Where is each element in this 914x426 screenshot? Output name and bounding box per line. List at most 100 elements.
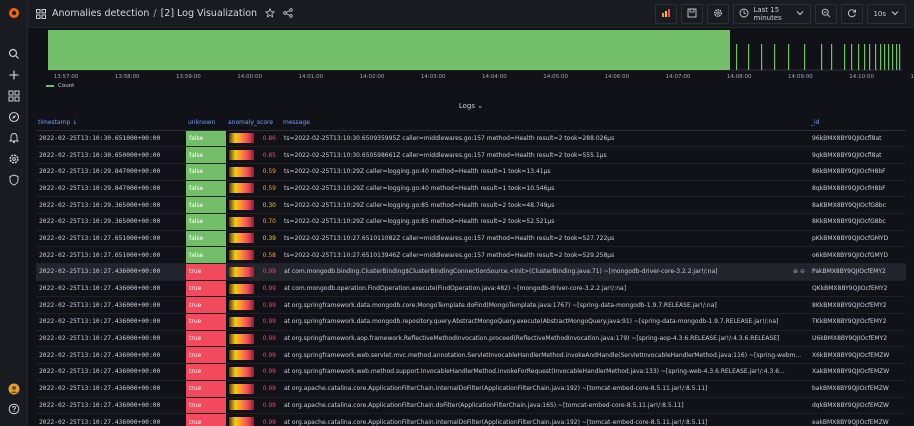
help-icon[interactable] <box>7 402 21 416</box>
cell-unknown-flag: true <box>186 397 226 415</box>
cell-id: XakBMX8BY9QJIOcfEMZW <box>809 363 906 381</box>
cell-message[interactable]: at org.apache.catalina.core.ApplicationF… <box>281 380 809 398</box>
table-row[interactable]: 2022-02-25T13:10:27.436000+00:00 true 0.99… <box>36 413 906 426</box>
column-header-message[interactable]: message <box>281 116 809 131</box>
table-row[interactable]: 2022-02-25T13:10:27.436000+00:00 true 0.99… <box>36 313 906 331</box>
table-row[interactable]: 2022-02-25T13:10:29.365000+00:00 false 0.3… <box>36 196 906 214</box>
score-value: 0.30 <box>262 201 276 209</box>
table-row[interactable]: 2022-02-25T13:10:27.436000+00:00 true 0.99… <box>36 363 906 381</box>
histogram-bar <box>864 44 866 70</box>
count-histogram[interactable] <box>36 30 906 76</box>
search-icon[interactable] <box>7 47 21 61</box>
explore-icon[interactable] <box>7 110 21 124</box>
cell-message[interactable]: ⊕ ⊖ at com.mongodb.binding.ClusterBinding… <box>281 263 809 281</box>
refresh-interval-picker[interactable]: 10s <box>867 4 906 24</box>
cell-message[interactable]: ts=2022-02-25T13:10:27.651011082Z caller… <box>281 230 809 248</box>
score-value: 0.99 <box>262 318 276 326</box>
table-row[interactable]: 2022-02-25T13:10:27.436000+00:00 true 0.99… <box>36 380 906 398</box>
cell-unknown-flag: false <box>186 196 226 214</box>
message-text: ts=2022-02-25T13:10:27.651011082Z caller… <box>284 234 615 242</box>
cell-timestamp: 2022-02-25T13:10:27.436000+00:00 <box>36 397 186 415</box>
cell-message[interactable]: ts=2022-02-25T13:10:30.650935995Z caller… <box>281 130 809 148</box>
cell-timestamp: 2022-02-25T13:10:27.436000+00:00 <box>36 263 186 281</box>
breadcrumb-panel[interactable]: [2] Log Visualization <box>161 8 257 19</box>
table-row[interactable]: 2022-02-25T13:10:27.651000+00:00 false 0.3… <box>36 230 906 248</box>
cell-message[interactable]: ts=2022-02-25T13:10:29Z caller=logging.g… <box>281 196 809 214</box>
cell-unknown-flag: true <box>186 280 226 298</box>
score-gauge-bar <box>229 366 254 377</box>
add-panel-button[interactable] <box>655 4 678 24</box>
gear-icon[interactable] <box>7 152 21 166</box>
shield-icon[interactable] <box>7 173 21 187</box>
score-value: 0.59 <box>262 184 276 192</box>
x-tick-label: 14:08:00 <box>726 74 752 80</box>
table-row[interactable]: 2022-02-25T13:10:27.436000+00:00 true 0.99… <box>36 296 906 315</box>
table-row[interactable]: 2022-02-25T13:10:29.365000+00:00 false 0.7… <box>36 213 906 231</box>
grafana-logo-icon[interactable] <box>7 6 21 20</box>
cell-unknown-flag: true <box>186 346 226 365</box>
sidebar <box>0 0 28 426</box>
save-button[interactable] <box>681 4 704 24</box>
cell-anomaly-score: 0.99 <box>226 397 281 415</box>
alerting-icon[interactable] <box>7 131 21 145</box>
cell-id: 96kBMX8BY9QJIOcfl8at <box>809 130 906 148</box>
column-header-unknown[interactable]: unknown <box>186 116 226 131</box>
cell-message[interactable]: ts=2022-02-25T13:10:27.651013946Z caller… <box>281 246 809 264</box>
score-value: 0.99 <box>262 268 276 276</box>
table-row[interactable]: 2022-02-25T13:10:27.651000+00:00 false 0.5… <box>36 246 906 264</box>
user-avatar-icon[interactable] <box>7 382 21 396</box>
cell-message[interactable]: at org.springframework.data.mongodb.repo… <box>281 313 809 331</box>
histogram-bar <box>736 44 738 70</box>
cell-unknown-flag: false <box>186 230 226 248</box>
column-header-anomaly-score[interactable]: anomaly_score <box>226 116 281 131</box>
cell-anomaly-score: 0.99 <box>226 330 281 348</box>
score-gauge-bar <box>229 133 254 144</box>
cell-unknown-flag: true <box>186 330 226 348</box>
filter-icons[interactable]: ⊕ ⊖ <box>793 268 805 275</box>
cell-message[interactable]: ts=2022-02-25T13:10:29Z caller=logging.g… <box>281 180 809 198</box>
table-row[interactable]: 2022-02-25T13:10:27.436000+00:00 true 0.99… <box>36 330 906 348</box>
table-row[interactable]: 2022-02-25T13:10:30.650000+00:00 false 0.8… <box>36 146 906 164</box>
table-row[interactable]: 2022-02-25T13:10:27.436000+00:00 true 0.99… <box>36 397 906 415</box>
histogram-bar <box>788 44 790 70</box>
save-icon <box>687 8 697 20</box>
cell-unknown-flag: true <box>186 413 226 426</box>
plus-icon[interactable] <box>7 68 21 82</box>
share-icon[interactable] <box>283 7 293 20</box>
cell-message[interactable]: at com.mongodb.operation.FindOperation.e… <box>281 280 809 298</box>
cell-id: QKkBMX8BY9QJIOcfEMY2 <box>809 280 906 298</box>
refresh-button[interactable] <box>841 4 864 24</box>
score-gauge-bar <box>229 233 254 244</box>
cell-message[interactable]: at org.springframework.web.servlet.mvc.m… <box>281 346 809 365</box>
table-row[interactable]: 2022-02-25T13:10:30.651000+00:00 false 0.8… <box>36 130 906 148</box>
cell-id: eakBMX8BY9QJIOcfEMZW <box>809 413 906 426</box>
cell-id: TKkBMX8BY9QJIOcfEMY2 <box>809 313 906 331</box>
zoom-out-button[interactable] <box>815 4 838 24</box>
graph-legend[interactable]: Count <box>46 83 74 89</box>
score-gauge-bar <box>229 400 254 411</box>
dashboard-settings-button[interactable] <box>707 4 730 24</box>
dashboards-icon[interactable] <box>7 89 21 103</box>
cell-message[interactable]: ts=2022-02-25T13:10:29Z caller=logging.g… <box>281 213 809 231</box>
table-row[interactable]: 2022-02-25T13:10:29.847000+00:00 false 0.5… <box>36 180 906 198</box>
time-range-picker[interactable]: Last 15 minutes <box>733 4 812 24</box>
star-icon[interactable] <box>264 7 276 20</box>
cell-message[interactable]: ts=2022-02-25T13:10:30.650598661Z caller… <box>281 146 809 164</box>
logs-panel-title[interactable]: Logs ⌄ <box>0 102 914 110</box>
cell-anomaly-score: 0.85 <box>226 146 281 164</box>
cell-timestamp: 2022-02-25T13:10:27.651000+00:00 <box>36 230 186 248</box>
column-header-id[interactable]: _id <box>809 116 906 131</box>
cell-message[interactable]: ts=2022-02-25T13:10:29Z caller=logging.g… <box>281 163 809 181</box>
table-row[interactable]: 2022-02-25T13:10:29.847000+00:00 false 0.5… <box>36 163 906 181</box>
cell-message[interactable]: at org.springframework.data.mongodb.core… <box>281 296 809 315</box>
cell-message[interactable]: at org.springframework.aop.framework.Ref… <box>281 330 809 348</box>
cell-message[interactable]: at org.springframework.web.method.suppor… <box>281 363 809 381</box>
cell-message[interactable]: at org.apache.catalina.core.ApplicationF… <box>281 397 809 415</box>
column-header-timestamp[interactable]: timestamp ↓ <box>36 116 186 131</box>
table-row[interactable]: 2022-02-25T13:10:27.436000+00:00 true 0.99… <box>36 280 906 298</box>
cell-anomaly-score: 0.99 <box>226 296 281 315</box>
table-row[interactable]: 2022-02-25T13:10:27.436000+00:00 true 0.99… <box>36 263 906 281</box>
cell-message[interactable]: at org.apache.catalina.core.ApplicationF… <box>281 413 809 426</box>
table-row[interactable]: 2022-02-25T13:10:27.436000+00:00 true 0.99… <box>36 346 906 365</box>
breadcrumb-dashboard[interactable]: Anomalies detection <box>52 8 149 19</box>
